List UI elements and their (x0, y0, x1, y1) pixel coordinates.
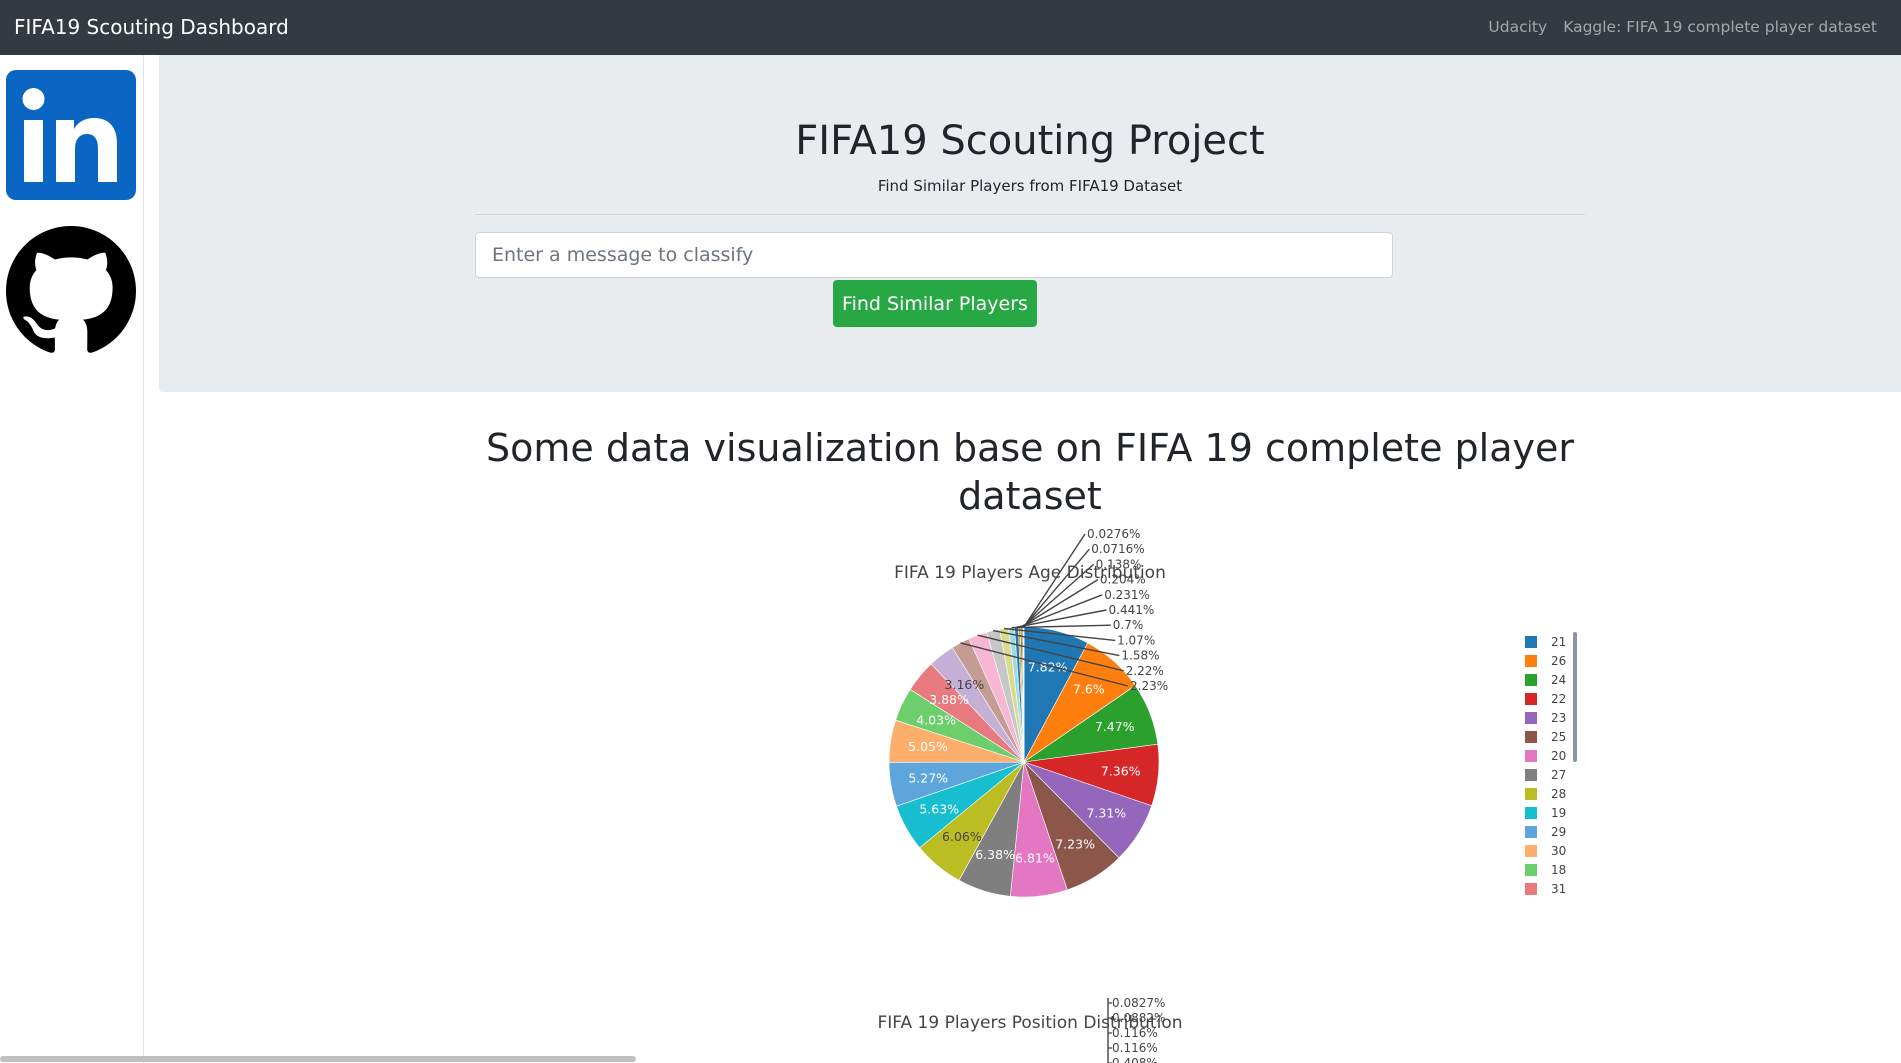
position-pie-label: 0.0882% (1112, 1011, 1165, 1025)
legend-swatch-age-22[interactable] (1525, 693, 1537, 705)
pie-label-age-33: 2.23% (1130, 679, 1168, 693)
legend-label-age-19[interactable]: 19 (1551, 806, 1566, 820)
pie-label-age-35: 1.07% (1117, 633, 1155, 647)
position-pie-label: 0.116% (1112, 1041, 1158, 1055)
leader-line-age-16 (1019, 594, 1103, 628)
pie-label-age-22: 7.36% (1101, 764, 1141, 779)
position-pie-label: 0.0827% (1112, 996, 1165, 1010)
pie-label-age-16: 0.231% (1104, 588, 1150, 602)
legend-label-age-22[interactable]: 22 (1551, 692, 1566, 706)
pie-label-age-23: 7.31% (1086, 806, 1126, 821)
pie-label-age-24: 7.47% (1095, 719, 1135, 734)
position-pie-labels: 0.0827%0.0882%0.116%0.116%0.408% (1107, 996, 1165, 1063)
legend-label-age-30[interactable]: 30 (1551, 844, 1566, 858)
pie-label-age-39: 0.138% (1096, 557, 1142, 571)
pie-label-age-27: 6.38% (975, 847, 1015, 862)
pie-label-age-20: 6.81% (1015, 851, 1055, 866)
legend-label-age-21[interactable]: 21 (1551, 635, 1566, 649)
age-chart-legend[interactable]: 21 26 24 22 23 25 20 27 28 19 29 30 18 31 (1525, 635, 1566, 896)
legend-label-age-25[interactable]: 25 (1551, 730, 1566, 744)
legend-label-age-23[interactable]: 23 (1551, 711, 1566, 725)
pie-label-age-26: 7.6% (1073, 682, 1105, 697)
legend-swatch-age-21[interactable] (1525, 636, 1537, 648)
pie-label-age-38: 0.204% (1100, 573, 1146, 587)
legend-label-age-24[interactable]: 24 (1551, 673, 1566, 687)
pie-label-age-41: 0.0276% (1087, 527, 1140, 541)
pie-label-age-19: 5.63% (919, 802, 959, 817)
legend-swatch-age-30[interactable] (1525, 845, 1537, 857)
legend-swatch-age-24[interactable] (1525, 674, 1537, 686)
legend-swatch-age-31[interactable] (1525, 883, 1537, 895)
legend-swatch-age-20[interactable] (1525, 750, 1537, 762)
pie-label-age-34: 1.58% (1121, 649, 1159, 663)
legend-swatch-age-26[interactable] (1525, 655, 1537, 667)
pie-label-age-31: 3.88% (929, 692, 969, 707)
legend-swatch-age-29[interactable] (1525, 826, 1537, 838)
pie-label-age-18: 4.03% (916, 713, 956, 728)
legend-label-age-27[interactable]: 27 (1551, 768, 1566, 782)
pie-label-age-28: 6.06% (942, 829, 982, 844)
legend-label-age-28[interactable]: 28 (1551, 787, 1566, 801)
legend-swatch-age-18[interactable] (1525, 864, 1537, 876)
legend-label-age-18[interactable]: 18 (1551, 863, 1566, 877)
position-pie-label: 0.116% (1112, 1026, 1158, 1040)
legend-swatch-age-19[interactable] (1525, 807, 1537, 819)
legend-label-age-29[interactable]: 29 (1551, 825, 1566, 839)
pie-label-age-32: 3.16% (945, 677, 985, 692)
position-pie-label: 0.408% (1112, 1056, 1158, 1063)
pie-label-age-40: 0.0716% (1091, 542, 1144, 556)
legend-scrollbar[interactable] (1573, 632, 1577, 762)
charts-canvas: FIFA 19 Players Age Distribution 7.82%7.… (877, 527, 1577, 1063)
legend-label-age-26[interactable]: 26 (1551, 654, 1566, 668)
pie-label-age-37: 0.441% (1109, 603, 1155, 617)
legend-label-age-20[interactable]: 20 (1551, 749, 1566, 763)
horizontal-scrollbar[interactable] (0, 1056, 636, 1062)
pie-label-age-17: 2.22% (1126, 664, 1164, 678)
pie-label-age-25: 7.23% (1055, 837, 1095, 852)
legend-label-age-31[interactable]: 31 (1551, 882, 1566, 896)
legend-swatch-age-23[interactable] (1525, 712, 1537, 724)
legend-swatch-age-25[interactable] (1525, 731, 1537, 743)
legend-swatch-age-27[interactable] (1525, 769, 1537, 781)
pie-label-age-29: 5.27% (908, 770, 948, 785)
pie-label-age-36: 0.7% (1113, 618, 1144, 632)
pie-label-age-30: 5.05% (908, 739, 948, 754)
legend-swatch-age-28[interactable] (1525, 788, 1537, 800)
leader-line-age-38 (1020, 579, 1099, 628)
